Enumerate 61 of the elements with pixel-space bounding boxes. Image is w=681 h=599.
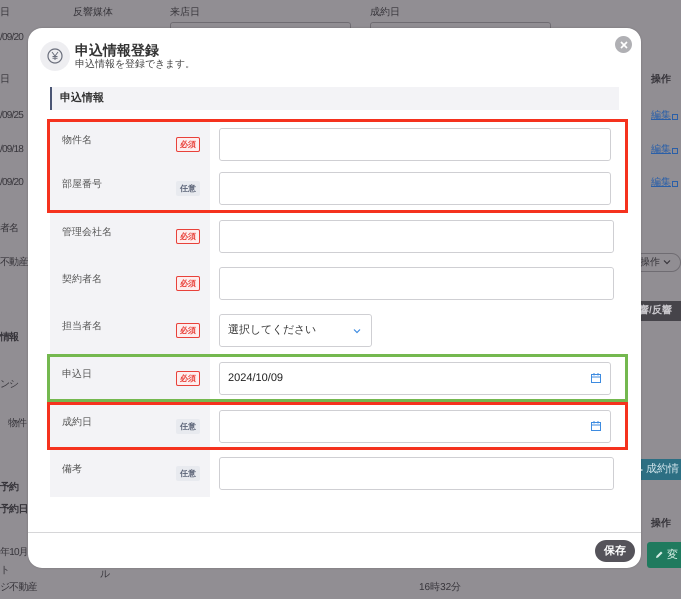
calendar-icon bbox=[591, 420, 601, 430]
dialog-title: 申込情報登録 bbox=[75, 42, 160, 58]
column-label: 日 bbox=[0, 6, 11, 20]
column-header: 操作 bbox=[651, 73, 672, 87]
column-header: 操作 bbox=[651, 516, 672, 531]
optional-badge: 任意 bbox=[176, 466, 200, 481]
text-field[interactable] bbox=[219, 128, 611, 160]
external-link-icon bbox=[672, 146, 678, 154]
chevron-down-icon bbox=[353, 328, 361, 334]
field-label: 部屋番号 bbox=[62, 178, 102, 192]
table-text: 16時32分 bbox=[419, 581, 462, 595]
table-text: 日 bbox=[0, 73, 10, 87]
column-label: 成約日 bbox=[370, 6, 401, 20]
external-link-icon bbox=[672, 178, 678, 188]
required-badge: 必須 bbox=[176, 370, 200, 386]
table-text: /09/20 bbox=[0, 176, 24, 190]
chevron-down-icon bbox=[663, 259, 671, 266]
field-label: 物件名 bbox=[62, 134, 92, 148]
table-text: 年10月 bbox=[0, 546, 28, 560]
required-badge: 必須 bbox=[176, 323, 200, 338]
table-text: /09/25 bbox=[0, 109, 24, 123]
text-field[interactable] bbox=[219, 172, 611, 204]
date-field[interactable]: 2024/10/09 bbox=[219, 362, 611, 394]
section-heading: 予約日 bbox=[0, 503, 28, 517]
section-heading: 申込情報 bbox=[50, 87, 619, 110]
field-label: 申込日 bbox=[62, 368, 92, 382]
field-label: 備考 bbox=[62, 462, 82, 477]
change-button[interactable]: 変 bbox=[647, 542, 681, 568]
calendar-icon bbox=[591, 372, 601, 382]
column-label: 来店日 bbox=[170, 6, 201, 20]
required-badge: 必須 bbox=[176, 229, 200, 244]
required-badge: 必須 bbox=[176, 136, 200, 152]
yen-coin-icon bbox=[40, 41, 70, 71]
text-field[interactable] bbox=[219, 267, 614, 300]
section-heading: 予約 bbox=[0, 481, 18, 495]
table-text: ンシ bbox=[0, 378, 18, 392]
text-field[interactable] bbox=[219, 220, 614, 253]
optional-badge: 任意 bbox=[176, 418, 200, 434]
pencil-icon bbox=[655, 550, 664, 560]
table-text: ト bbox=[0, 564, 10, 578]
external-link-icon bbox=[672, 112, 678, 120]
field-label: 成約日 bbox=[62, 416, 92, 430]
table-text: /09/20 bbox=[0, 31, 24, 45]
staff-select[interactable]: 選択してください bbox=[219, 314, 372, 347]
field-label: 契約者名 bbox=[62, 272, 102, 287]
close-icon bbox=[620, 40, 628, 48]
table-text: ジ不動産 bbox=[0, 581, 37, 595]
table-text: /09/18 bbox=[0, 143, 24, 157]
save-button[interactable]: 保存 bbox=[595, 540, 635, 562]
field-label: 担当者名 bbox=[62, 320, 102, 334]
optional-badge: 任意 bbox=[176, 180, 200, 196]
close-button[interactable] bbox=[615, 36, 632, 53]
required-badge: 必須 bbox=[176, 276, 200, 291]
table-text: 者名 bbox=[0, 222, 18, 236]
table-text: ル bbox=[100, 568, 110, 582]
dialog-subtitle: 申込情報を登録できます。 bbox=[75, 58, 195, 70]
table-text: 不動産 bbox=[0, 256, 28, 270]
table-text: 物件 bbox=[8, 417, 26, 431]
field-label: 管理会社名 bbox=[62, 226, 112, 240]
column-label: 反響媒体 bbox=[73, 6, 114, 20]
text-field[interactable] bbox=[219, 457, 614, 490]
